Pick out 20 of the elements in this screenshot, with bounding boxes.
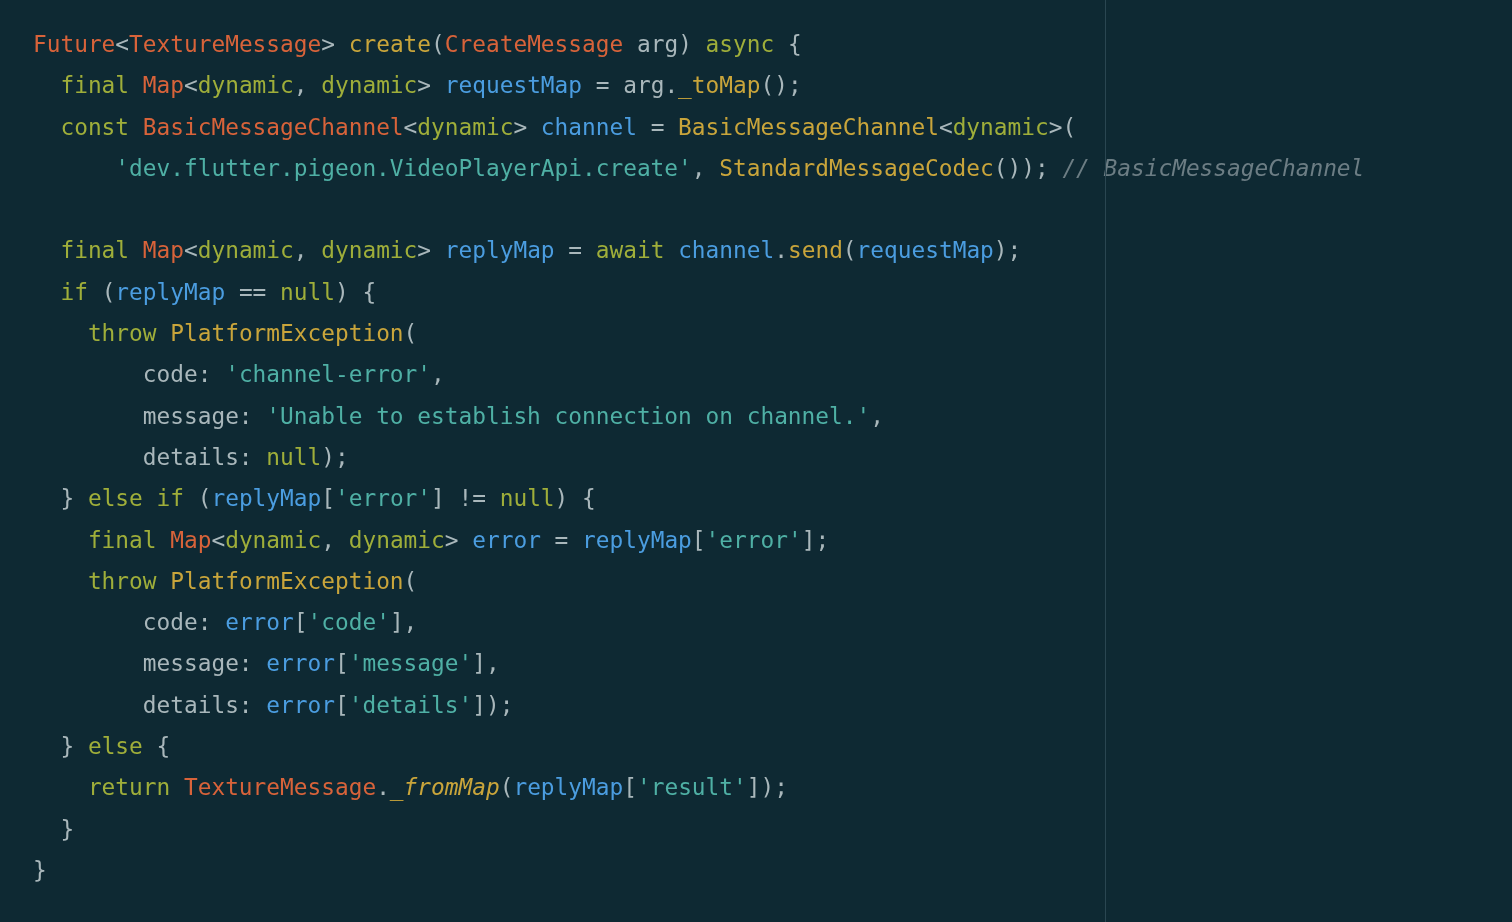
code-line: code: 'channel-error',: [141, 360, 445, 390]
code-line: final Map<dynamic, dynamic> error = replyMap['error'];: [86, 525, 830, 555]
code-line: final Map<dynamic, dynamic> replyMap = await channel.send(requestMap);: [59, 236, 1022, 266]
code-line: }: [59, 814, 75, 844]
code-line: 'dev.flutter.pigeon.VideoPlayerApi.create', StandardMessageCodec()); // BasicMessageChannel: [114, 153, 1365, 183]
code-line: code: error['code'],: [141, 608, 418, 638]
code-line: Future<TextureMessage> create(CreateMessage arg) async {: [33, 30, 802, 59]
code-line: throw PlatformException(: [86, 319, 418, 349]
code-line: details: null);: [141, 442, 349, 472]
code-line: details: error['details']);: [141, 690, 514, 720]
code-line: throw PlatformException(: [86, 566, 418, 596]
code-line: }: [33, 855, 47, 885]
code-line: message: error['message'],: [141, 649, 500, 679]
code-line: if (replyMap == null) {: [59, 277, 377, 307]
code-line: } else {: [59, 732, 171, 762]
code-line: } else if (replyMap['error'] != null) {: [59, 484, 596, 514]
code-line: final Map<dynamic, dynamic> requestMap = arg._toMap();: [59, 71, 802, 101]
code-line: message: 'Unable to establish connection on channel.',: [141, 401, 884, 431]
code-line: const BasicMessageChannel<dynamic> channel = BasicMessageChannel<dynamic>(: [59, 112, 1077, 142]
code-line: return TextureMessage._fromMap(replyMap['result']);: [86, 773, 788, 803]
